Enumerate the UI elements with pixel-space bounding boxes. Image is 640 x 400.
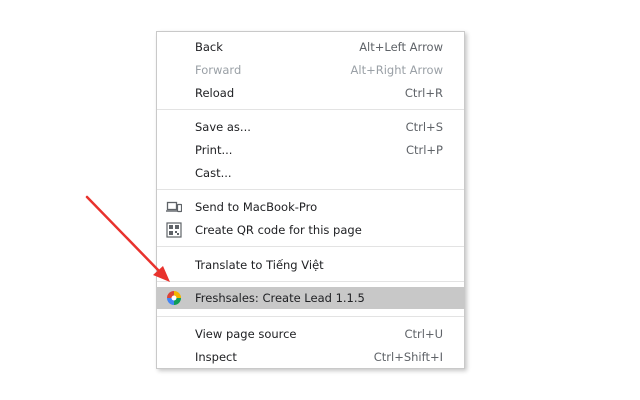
menu-item-create-qr[interactable]: Create QR code for this page xyxy=(157,219,464,241)
menu-item-label: Send to MacBook-Pro xyxy=(195,200,318,214)
menu-item-shortcut: Ctrl+U xyxy=(404,327,443,341)
menu-item-translate[interactable]: Translate to Tiếng Việt xyxy=(157,254,464,276)
menu-item-label: Forward xyxy=(195,63,242,77)
menu-separator xyxy=(157,109,464,110)
menu-item-back[interactable]: Back Alt+Left Arrow xyxy=(157,36,464,58)
menu-item-print[interactable]: Print... Ctrl+P xyxy=(157,139,464,161)
menu-item-cast[interactable]: Cast... xyxy=(157,162,464,184)
menu-item-save-as[interactable]: Save as... Ctrl+S xyxy=(157,116,464,138)
menu-item-inspect[interactable]: Inspect Ctrl+Shift+I xyxy=(157,346,464,368)
menu-item-freshsales-create-lead[interactable]: Freshsales: Create Lead 1.1.5 xyxy=(157,287,464,309)
menu-item-shortcut: Ctrl+S xyxy=(405,120,443,134)
context-menu: Back Alt+Left Arrow Forward Alt+Right Ar… xyxy=(156,31,465,369)
menu-item-label: View page source xyxy=(195,327,297,341)
menu-item-label: Freshsales: Create Lead 1.1.5 xyxy=(195,291,365,305)
menu-item-shortcut: Ctrl+P xyxy=(405,143,443,157)
menu-item-label: Cast... xyxy=(195,166,232,180)
menu-item-shortcut: Ctrl+Shift+I xyxy=(373,350,443,364)
menu-item-label: Save as... xyxy=(195,120,251,134)
menu-separator xyxy=(157,246,464,247)
menu-item-label: Reload xyxy=(195,86,235,100)
menu-separator xyxy=(157,316,464,317)
menu-item-label: Back xyxy=(195,40,223,54)
qr-code-icon xyxy=(166,222,182,238)
arrow-shaft xyxy=(85,195,162,274)
menu-item-view-source[interactable]: View page source Ctrl+U xyxy=(157,323,464,345)
menu-item-label: Create QR code for this page xyxy=(195,223,362,237)
menu-item-shortcut: Alt+Left Arrow xyxy=(359,40,443,54)
menu-item-shortcut: Ctrl+R xyxy=(404,86,443,100)
menu-item-forward: Forward Alt+Right Arrow xyxy=(157,59,464,81)
menu-item-shortcut: Alt+Right Arrow xyxy=(350,63,443,77)
menu-item-label: Translate to Tiếng Việt xyxy=(195,258,324,272)
freshsales-icon xyxy=(166,290,182,306)
menu-item-label: Inspect xyxy=(195,350,237,364)
laptop-phone-icon xyxy=(166,199,183,215)
menu-item-label: Print... xyxy=(195,143,233,157)
menu-separator xyxy=(157,281,464,282)
menu-item-send-to-device[interactable]: Send to MacBook-Pro xyxy=(157,196,464,218)
menu-item-reload[interactable]: Reload Ctrl+R xyxy=(157,82,464,104)
screenshot-stage: Back Alt+Left Arrow Forward Alt+Right Ar… xyxy=(0,0,640,400)
menu-separator xyxy=(157,189,464,190)
